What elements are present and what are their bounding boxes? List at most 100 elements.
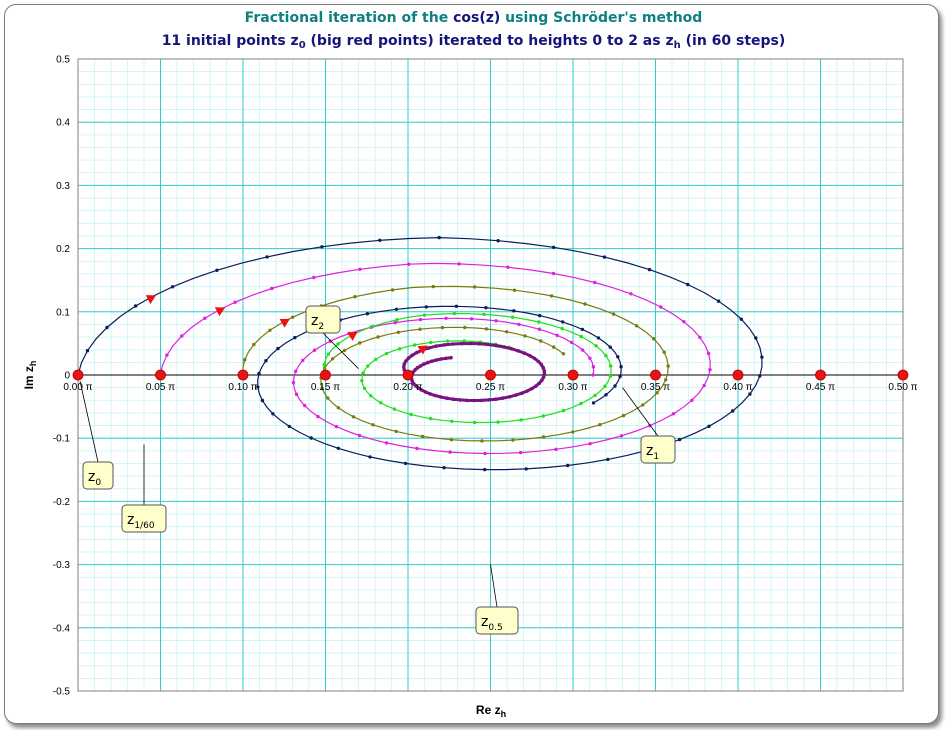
series-point [449, 355, 453, 360]
series-point [393, 320, 397, 325]
x-tick-label: 0.35 π [641, 382, 670, 393]
initial-point [320, 369, 331, 381]
x-tick-label: 0.00 π [63, 382, 92, 393]
series-point [583, 302, 587, 306]
series-point [322, 363, 326, 367]
series-point [257, 371, 261, 376]
series-point [608, 345, 612, 349]
series-point [448, 450, 452, 454]
series-point [616, 355, 620, 359]
series-point [422, 362, 426, 366]
series-point [406, 356, 411, 360]
series-point [451, 397, 456, 402]
series-point [409, 412, 413, 417]
series-point [541, 435, 546, 439]
series-point [369, 394, 373, 398]
series-point [422, 313, 427, 317]
series-point [682, 320, 686, 324]
series-point [501, 396, 505, 400]
y-tick-label: -0.1 [53, 434, 71, 445]
series-point [594, 344, 598, 348]
series-point [593, 280, 597, 285]
series-point [445, 396, 449, 401]
series-point [390, 288, 395, 292]
series-point [596, 336, 601, 340]
series-point [431, 284, 435, 289]
series-point [619, 434, 624, 438]
x-tick-label: 0.20 π [393, 382, 422, 393]
series-point [407, 262, 411, 266]
series-point [569, 340, 574, 345]
series-point [396, 330, 400, 334]
series-point [539, 362, 544, 367]
series-point [291, 315, 295, 319]
series-point [566, 463, 570, 468]
series-point [706, 351, 711, 356]
series-point [619, 365, 623, 369]
series-point [133, 304, 138, 308]
series-point [525, 389, 529, 393]
series-point [634, 324, 639, 328]
series-point [351, 415, 356, 419]
series-point [451, 342, 455, 346]
series-point [482, 312, 486, 317]
series-point [287, 424, 291, 429]
series-point [484, 306, 488, 310]
series-point [434, 344, 439, 348]
series-point [502, 345, 506, 349]
series-point [542, 369, 547, 373]
series-point [536, 359, 541, 364]
series-point [376, 335, 380, 339]
series-point [336, 342, 340, 346]
y-tick-label: 0.3 [56, 181, 70, 192]
series-point [454, 304, 459, 308]
series-point [754, 336, 758, 340]
y-tick-label: 0.4 [56, 118, 70, 129]
series-point [690, 398, 694, 402]
series-point [483, 451, 487, 456]
series-point [477, 342, 482, 346]
initial-point [72, 369, 84, 381]
series-point [463, 325, 467, 330]
series-point [517, 322, 521, 327]
series-point [494, 343, 499, 348]
series-point [518, 450, 523, 455]
series-point [486, 342, 490, 347]
series-point [420, 434, 425, 439]
series-point [180, 334, 184, 338]
series-point [418, 317, 423, 322]
series-point [330, 357, 335, 361]
series-point [170, 285, 175, 289]
series-point [651, 337, 656, 341]
series-point [294, 392, 299, 396]
series-point [418, 364, 423, 368]
series-point [384, 441, 389, 445]
series-point [366, 364, 370, 368]
series-point [268, 328, 272, 332]
series-point [537, 320, 541, 324]
series-point [530, 386, 534, 391]
series-point [609, 364, 613, 368]
series-point [662, 350, 666, 354]
series-point [265, 255, 269, 259]
series-point [326, 352, 330, 356]
series-point [312, 275, 316, 280]
series-point [358, 267, 362, 271]
series-point [452, 311, 456, 316]
series-point [579, 401, 583, 406]
x-tick-label: 0.30 π [558, 382, 587, 393]
series-point [560, 326, 564, 331]
series-point [537, 327, 542, 331]
series-point [427, 346, 431, 350]
y-tick-label: 0.2 [56, 244, 70, 255]
series-point [629, 292, 633, 296]
y-tick-label: 0.1 [56, 307, 70, 318]
series-point [353, 295, 357, 299]
series-point [618, 374, 622, 379]
series-point [621, 413, 626, 418]
initial-point [155, 369, 166, 381]
series-point [445, 339, 450, 343]
series-point [270, 286, 274, 291]
series-point [291, 380, 296, 385]
series-point [707, 424, 711, 428]
